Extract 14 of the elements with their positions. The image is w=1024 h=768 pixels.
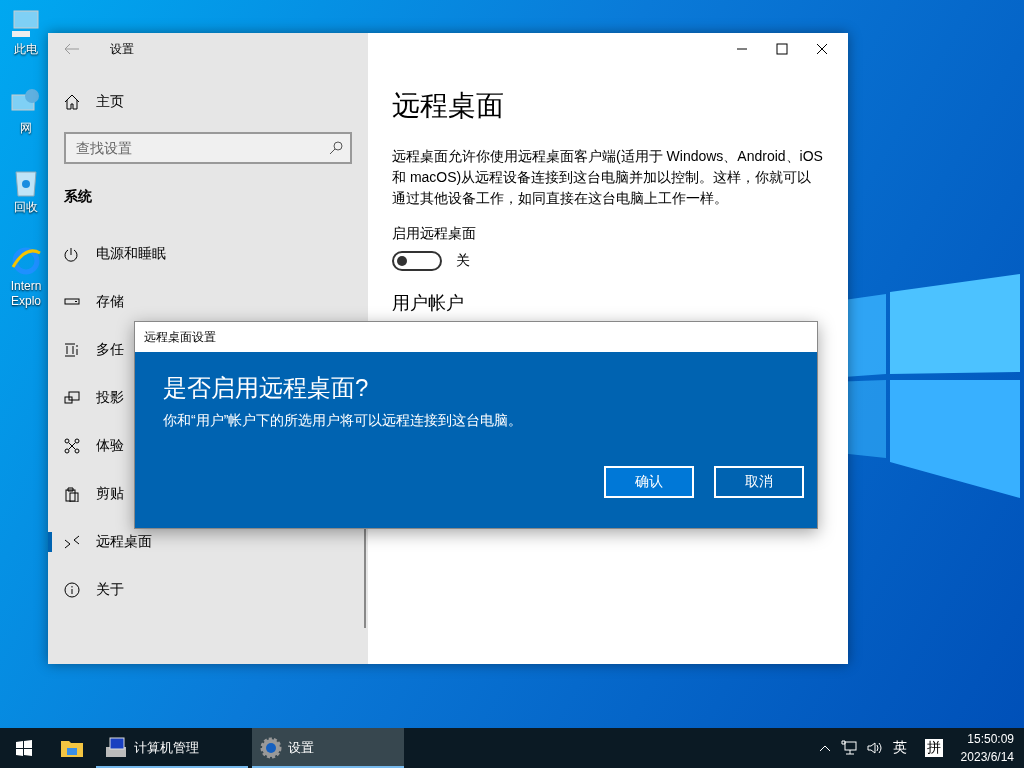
- desktop-icon-label: 回收: [13, 200, 39, 215]
- dialog-message: 你和“用户”帐户下的所选用户将可以远程连接到这台电脑。: [163, 412, 524, 430]
- window-title: 设置: [110, 40, 134, 58]
- page-title: 远程桌面: [392, 89, 505, 123]
- page-description: 远程桌面允许你使用远程桌面客户端(适用于 Windows、Android、iOS 和 macOS)从远程设备连接到这台电脑并加以控制。这样，你就可以通过其他设备工作，如同直接在这台电脑上工作一样。: [392, 147, 824, 208]
- section-heading: 系统: [63, 187, 93, 206]
- desktop-icon-label: 网: [19, 121, 33, 136]
- toggle-state-text: 关: [456, 252, 470, 270]
- dialog-heading: 是否启用远程桌面?: [163, 373, 370, 403]
- dialog-title: 远程桌面设置: [144, 328, 216, 346]
- toggle-label: 启用远程桌面: [392, 225, 477, 243]
- desktop-icon-label: 此电: [13, 42, 39, 57]
- desktop-icon-label: Intern Explo: [9, 279, 43, 309]
- section-heading: 用户帐户: [392, 292, 465, 315]
